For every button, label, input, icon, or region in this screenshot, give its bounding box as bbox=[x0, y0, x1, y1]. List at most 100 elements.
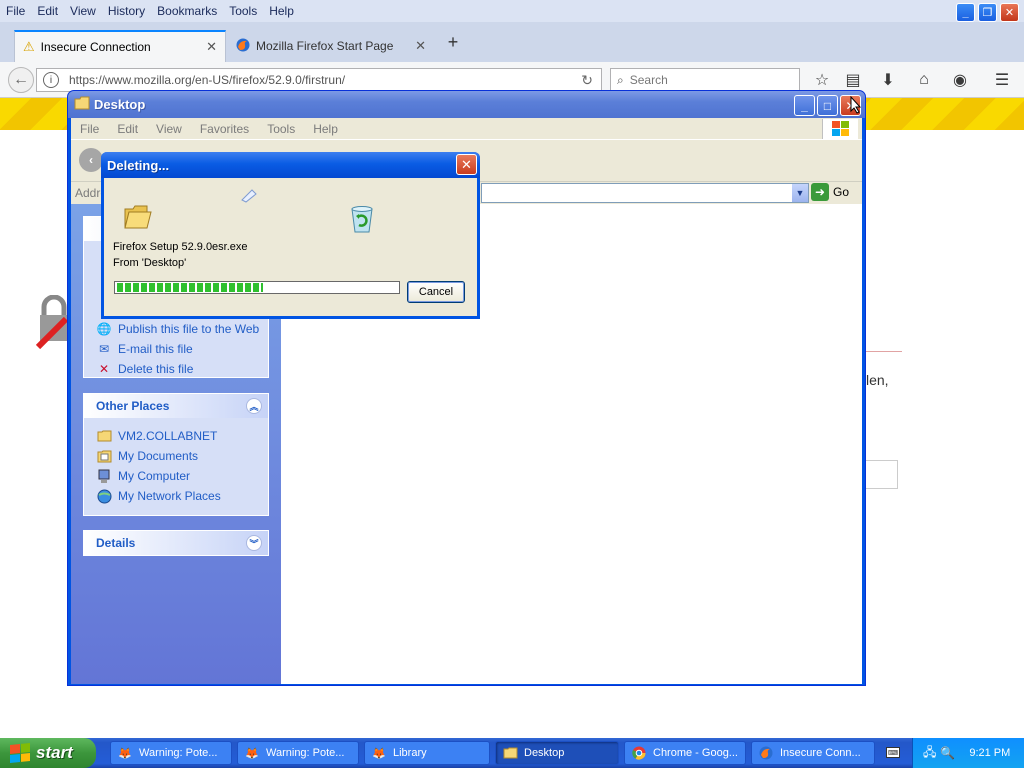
menu-file[interactable]: File bbox=[71, 122, 108, 136]
menu-edit[interactable]: Edit bbox=[31, 4, 64, 18]
place-my-computer[interactable]: My Computer bbox=[84, 466, 268, 486]
page-input-fragment bbox=[864, 460, 898, 489]
menu-history[interactable]: History bbox=[102, 4, 151, 18]
place-label: My Computer bbox=[118, 469, 191, 483]
home-icon[interactable]: ⌂ bbox=[914, 70, 934, 90]
page-divider bbox=[864, 351, 902, 352]
recycle-bin-icon bbox=[347, 204, 377, 237]
collapse-up-icon[interactable]: ︽ bbox=[246, 398, 262, 414]
page-text-fragment: len, bbox=[866, 372, 889, 388]
maximize-button[interactable]: □ bbox=[817, 95, 838, 116]
task-email-file[interactable]: ✉ E-mail this file bbox=[84, 339, 268, 359]
firefox-icon bbox=[758, 745, 774, 761]
minimize-button[interactable]: _ bbox=[794, 95, 815, 116]
url-text: https://www.mozilla.org/en-US/firefox/52… bbox=[69, 73, 346, 87]
taskbar-button-desktop[interactable]: Desktop bbox=[495, 741, 619, 765]
tab-label: Mozilla Firefox Start Page bbox=[256, 39, 394, 53]
taskbar-button-chrome[interactable]: Chrome - Goog... bbox=[624, 741, 746, 765]
place-vm2-collabnet[interactable]: VM2.COLLABNET bbox=[84, 426, 268, 446]
place-label: My Documents bbox=[118, 449, 199, 463]
clock: 9:21 PM bbox=[969, 747, 1011, 759]
menu-tools[interactable]: Tools bbox=[223, 4, 263, 18]
dialog-title: Deleting... bbox=[107, 157, 170, 173]
source-folder-text: From 'Desktop' bbox=[113, 257, 187, 269]
menu-help[interactable]: Help bbox=[304, 122, 347, 136]
place-label: VM2.COLLABNET bbox=[118, 429, 218, 443]
details-header[interactable]: Details ︾ bbox=[84, 531, 268, 555]
firefox-icon bbox=[236, 38, 250, 55]
taskbar-button-insecure-connection[interactable]: Insecure Conn... bbox=[751, 741, 875, 765]
taskbar-label: Chrome - Goog... bbox=[653, 747, 738, 759]
firefox-tabbar: ⚠ Insecure Connection ✕ Mozilla Firefox … bbox=[0, 22, 1024, 62]
download-icon[interactable]: ⬇ bbox=[878, 70, 898, 90]
go-button[interactable]: ➜ Go bbox=[811, 183, 849, 201]
expand-down-icon[interactable]: ︾ bbox=[246, 535, 262, 551]
documents-icon bbox=[96, 448, 112, 464]
place-my-documents[interactable]: My Documents bbox=[84, 446, 268, 466]
taskbar-button-warning-2[interactable]: 🦊 Warning: Pote... bbox=[237, 741, 359, 765]
folder-icon bbox=[74, 96, 90, 113]
task-publish-web[interactable]: 🌐 Publish this file to the Web bbox=[84, 319, 268, 339]
task-label: Publish this file to the Web bbox=[118, 322, 260, 336]
reload-icon[interactable]: ↻ bbox=[581, 72, 593, 89]
hamburger-menu-icon[interactable]: ☰ bbox=[992, 70, 1012, 90]
place-label: My Network Places bbox=[118, 489, 221, 503]
back-arrow-icon[interactable]: ← bbox=[8, 67, 34, 93]
details-panel: Details ︾ bbox=[83, 530, 269, 556]
chevron-down-icon[interactable]: ▼ bbox=[792, 184, 808, 202]
menu-favorites[interactable]: Favorites bbox=[191, 122, 258, 136]
start-button[interactable]: start bbox=[0, 738, 96, 768]
cancel-button[interactable]: Cancel bbox=[407, 281, 465, 303]
broken-lock-icon bbox=[36, 295, 68, 349]
menu-file[interactable]: File bbox=[0, 4, 31, 18]
system-tray: 🖧 🔍 9:21 PM bbox=[912, 738, 1024, 768]
url-bar[interactable]: i https://www.mozilla.org/en-US/firefox/… bbox=[36, 68, 602, 92]
file-name-text: Firefox Setup 52.9.0esr.exe bbox=[113, 241, 248, 253]
tab-mozilla-start-page[interactable]: Mozilla Firefox Start Page ✕ bbox=[228, 30, 434, 62]
task-delete-file[interactable]: ✕ Delete this file bbox=[84, 359, 268, 379]
menu-bookmarks[interactable]: Bookmarks bbox=[151, 4, 223, 18]
menu-tools[interactable]: Tools bbox=[258, 122, 304, 136]
minimize-button[interactable]: _ bbox=[956, 3, 975, 22]
taskbar-button-warning-1[interactable]: 🦊 Warning: Pote... bbox=[110, 741, 232, 765]
taskbar-button-library[interactable]: 🦊 Library bbox=[364, 741, 490, 765]
search-input[interactable]: ⌕ Search bbox=[610, 68, 800, 92]
dialog-titlebar[interactable]: Deleting... ✕ bbox=[101, 152, 480, 178]
menu-view[interactable]: View bbox=[64, 4, 102, 18]
restore-button[interactable]: ❐ bbox=[978, 3, 997, 22]
tab-insecure-connection[interactable]: ⚠ Insecure Connection ✕ bbox=[14, 30, 226, 62]
tab-label: Insecure Connection bbox=[40, 40, 151, 54]
explorer-title: Desktop bbox=[94, 97, 146, 112]
star-bookmark-icon[interactable]: ☆ bbox=[812, 70, 832, 90]
start-label: start bbox=[36, 743, 73, 762]
close-button[interactable]: ✕ bbox=[456, 154, 477, 175]
other-places-title: Other Places bbox=[96, 399, 170, 413]
reading-list-icon[interactable]: ▤ bbox=[843, 70, 863, 90]
explorer-menubar: File Edit View Favorites Tools Help bbox=[71, 118, 862, 140]
place-my-network-places[interactable]: My Network Places bbox=[84, 486, 268, 506]
menu-help[interactable]: Help bbox=[263, 4, 300, 18]
delete-x-icon: ✕ bbox=[98, 362, 110, 376]
mouse-cursor-icon bbox=[850, 96, 862, 114]
info-icon[interactable]: i bbox=[43, 72, 59, 88]
search-tray-icon[interactable]: 🔍 bbox=[940, 746, 955, 760]
network-icon bbox=[96, 488, 112, 504]
go-label: Go bbox=[833, 185, 850, 199]
menu-edit[interactable]: Edit bbox=[108, 122, 147, 136]
network-tray-icon[interactable]: 🖧 bbox=[923, 743, 936, 764]
explorer-titlebar[interactable]: Desktop bbox=[68, 91, 865, 118]
new-tab-plus-icon[interactable]: + bbox=[443, 32, 463, 52]
menu-view[interactable]: View bbox=[147, 122, 191, 136]
flying-paper-icon bbox=[240, 188, 258, 207]
tab-close-icon[interactable]: ✕ bbox=[206, 39, 217, 55]
tab-close-icon[interactable]: ✕ bbox=[415, 38, 426, 54]
back-arrow-icon[interactable]: ‹ bbox=[79, 148, 103, 172]
taskbar-label: Warning: Pote... bbox=[266, 747, 345, 759]
pocket-icon[interactable]: ◉ bbox=[950, 70, 970, 90]
keyboard-icon[interactable]: ⌨ bbox=[886, 747, 900, 758]
windows-flag-icon bbox=[10, 742, 30, 764]
address-input[interactable]: ▼ bbox=[481, 183, 809, 203]
firefox-menubar: File Edit View History Bookmarks Tools H… bbox=[0, 0, 1024, 22]
other-places-header[interactable]: Other Places ︽ bbox=[84, 394, 268, 418]
close-window-button[interactable]: ✕ bbox=[1000, 3, 1019, 22]
